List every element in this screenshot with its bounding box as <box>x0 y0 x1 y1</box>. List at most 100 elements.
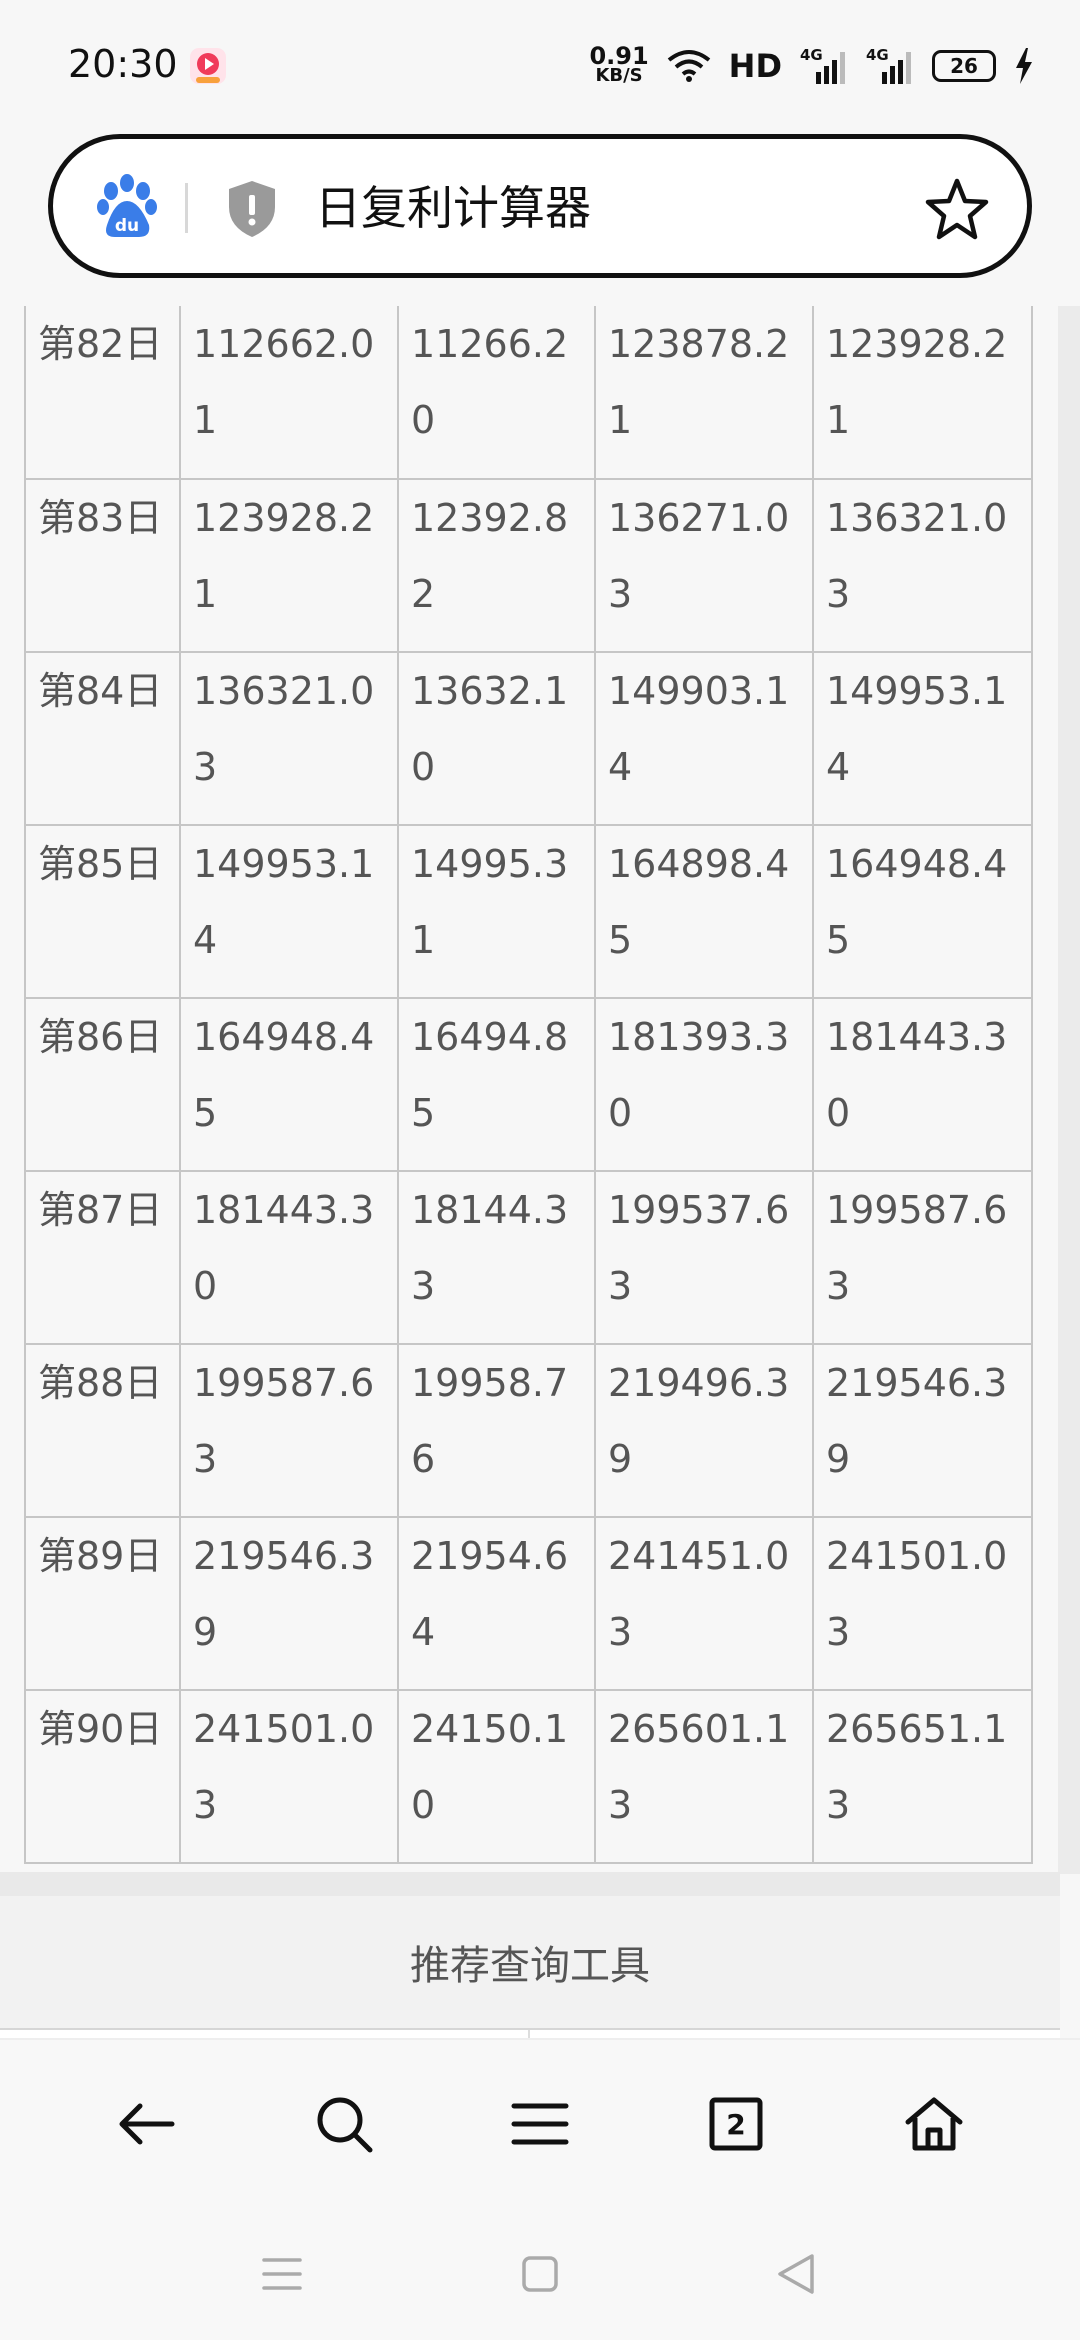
status-bar: 20:30 0.91 KB/S HD 4G 4G 26 <box>0 0 1080 132</box>
search-icon <box>317 2097 373 2153</box>
value-cell: 181443.30 <box>812 997 1033 1172</box>
tabs-icon: 2 <box>709 2097 763 2151</box>
day-label-cell: 第90日 <box>24 1689 181 1864</box>
content-area: 第82日 112662.01 11266.20 123878.21 123928.21 第… <box>0 306 1060 1872</box>
table-row: 第82日 112662.01 11266.20 123878.21 123928.21 <box>24 306 1033 480</box>
address-bar[interactable]: du 日复利计算器 <box>48 134 1032 278</box>
day-label-cell: 第87日 <box>24 1170 181 1345</box>
recents-button[interactable] <box>252 2244 312 2304</box>
value-cell: 149953.14 <box>179 824 399 999</box>
value-cell: 13632.10 <box>397 651 596 826</box>
table-row: 第85日 149953.14 14995.31 164898.45 164948.45 <box>24 824 1033 999</box>
home-icon <box>905 2097 963 2151</box>
value-cell: 219546.39 <box>812 1343 1033 1518</box>
value-cell: 136321.03 <box>179 651 399 826</box>
table-row: 第84日 136321.03 13632.10 149903.14 149953.14 <box>24 651 1033 826</box>
value-cell: 149953.14 <box>812 651 1033 826</box>
value-cell: 164948.45 <box>812 824 1033 999</box>
net-speed-value: 0.91 <box>589 42 649 70</box>
table-row: 第83日 123928.21 12392.82 136271.03 136321.03 <box>24 478 1033 653</box>
day-label-cell: 第89日 <box>24 1516 181 1691</box>
value-cell: 219546.39 <box>179 1516 399 1691</box>
value-cell: 123928.21 <box>179 478 399 653</box>
value-cell: 14995.31 <box>397 824 596 999</box>
table-row: 第89日 219546.39 21954.64 241451.03 241501.03 <box>24 1516 1033 1691</box>
value-cell: 112662.01 <box>179 306 399 480</box>
value-cell: 199587.63 <box>179 1343 399 1518</box>
section-gap <box>0 1872 1060 1896</box>
system-nav-bar <box>0 2206 1080 2340</box>
value-cell: 19958.76 <box>397 1343 596 1518</box>
value-cell: 265601.13 <box>594 1689 814 1864</box>
status-time: 20:30 <box>68 42 178 86</box>
triangle-back-icon <box>778 2254 814 2294</box>
value-cell: 164948.45 <box>179 997 399 1172</box>
baidu-logo-icon[interactable]: du <box>93 173 163 243</box>
table-row: 第86日 164948.45 16494.85 181393.30 181443.30 <box>24 997 1033 1172</box>
svg-text:du: du <box>115 216 139 236</box>
wifi-icon <box>667 50 710 82</box>
value-cell: 199537.63 <box>594 1170 814 1345</box>
value-cell: 181443.30 <box>179 1170 399 1345</box>
search-button[interactable] <box>304 2084 384 2164</box>
tabs-button[interactable]: 2 <box>696 2084 776 2164</box>
bookmark-star-icon[interactable] <box>925 177 989 241</box>
security-shield-icon[interactable] <box>225 179 279 239</box>
recommend-tools-header: 推荐查询工具 <box>0 1896 1060 2030</box>
address-divider <box>185 183 188 233</box>
back-arrow-icon <box>119 2103 175 2145</box>
recents-icon <box>262 2258 302 2290</box>
table-row: 第87日 181443.30 18144.33 199537.63 199587.63 <box>24 1170 1033 1345</box>
home-button[interactable] <box>894 2084 974 2164</box>
day-label-cell: 第88日 <box>24 1343 181 1518</box>
home-nav-button[interactable] <box>510 2244 570 2304</box>
back-button[interactable] <box>106 2084 186 2164</box>
battery-icon: 26 <box>932 50 996 82</box>
value-cell: 241501.03 <box>179 1689 399 1864</box>
value-cell: 265651.13 <box>812 1689 1033 1864</box>
value-cell: 149903.14 <box>594 651 814 826</box>
table-row: 第88日 199587.63 19958.76 219496.39 219546.39 <box>24 1343 1033 1518</box>
value-cell: 219496.39 <box>594 1343 814 1518</box>
value-cell: 199587.63 <box>812 1170 1033 1345</box>
signal-strength-icon-2: 4G <box>866 46 914 86</box>
day-label-cell: 第83日 <box>24 478 181 653</box>
back-nav-button[interactable] <box>766 2244 826 2304</box>
value-cell: 136321.03 <box>812 478 1033 653</box>
day-label-cell: 第82日 <box>24 306 181 480</box>
menu-button[interactable] <box>500 2084 580 2164</box>
recommend-tools-row <box>0 2030 1060 2038</box>
net-speed: 0.91 KB/S <box>589 42 649 86</box>
value-cell: 241501.03 <box>812 1516 1033 1691</box>
page-scroll-track[interactable] <box>1058 306 1080 1874</box>
browser-toolbar: 2 <box>0 2038 1080 2206</box>
table-row: 第90日 241501.03 24150.10 265601.13 265651.13 <box>24 1689 1033 1864</box>
day-label-cell: 第86日 <box>24 997 181 1172</box>
page-title[interactable]: 日复利计算器 <box>315 179 591 237</box>
screen: 20:30 0.91 KB/S HD 4G 4G 26 du 日复利计算器 第8… <box>0 0 1080 2340</box>
value-cell: 181393.30 <box>594 997 814 1172</box>
value-cell: 123928.21 <box>812 306 1033 480</box>
value-cell: 11266.20 <box>397 306 596 480</box>
status-icons: 0.91 KB/S HD 4G 4G 26 <box>589 40 1034 92</box>
value-cell: 164898.45 <box>594 824 814 999</box>
value-cell: 12392.82 <box>397 478 596 653</box>
menu-icon <box>511 2103 569 2145</box>
day-label-cell: 第85日 <box>24 824 181 999</box>
charging-icon <box>1016 48 1032 84</box>
recommend-row-divider <box>528 2030 530 2038</box>
square-home-icon <box>522 2256 558 2292</box>
net-speed-unit: KB/S <box>595 65 643 86</box>
video-app-icon <box>190 48 226 84</box>
table-body: 第82日 112662.01 11266.20 123878.21 123928.21 第… <box>24 306 1033 1864</box>
day-label-cell: 第84日 <box>24 651 181 826</box>
signal-strength-icon: 4G <box>800 46 848 86</box>
value-cell: 123878.21 <box>594 306 814 480</box>
tabs-count: 2 <box>726 2108 745 2141</box>
value-cell: 21954.64 <box>397 1516 596 1691</box>
value-cell: 16494.85 <box>397 997 596 1172</box>
hd-label: HD <box>728 47 782 85</box>
value-cell: 136271.03 <box>594 478 814 653</box>
value-cell: 18144.33 <box>397 1170 596 1345</box>
value-cell: 24150.10 <box>397 1689 596 1864</box>
